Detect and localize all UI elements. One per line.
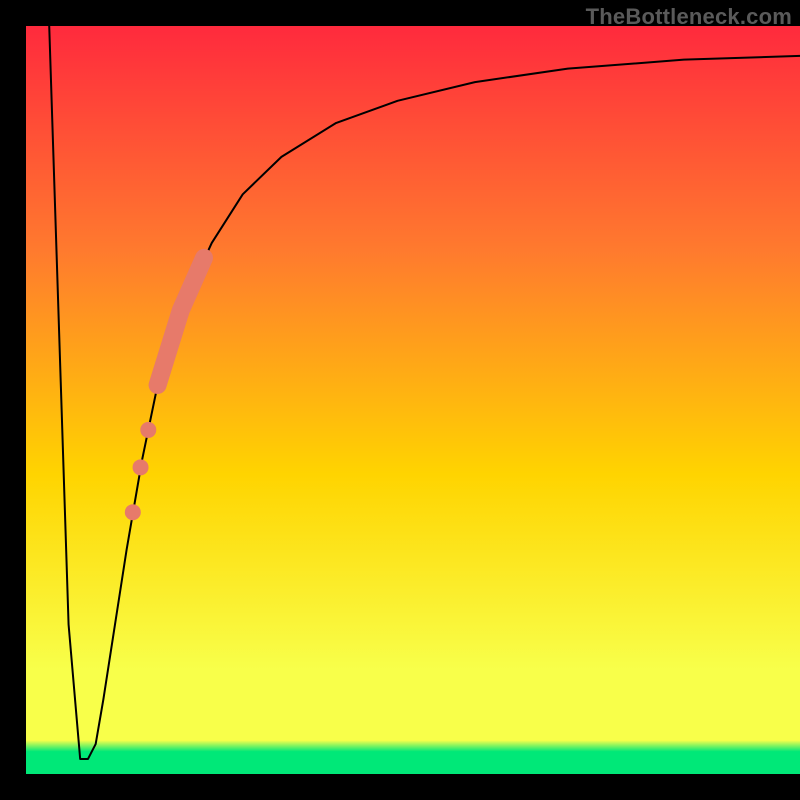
- chart-container: TheBottleneck.com: [0, 0, 800, 800]
- watermark-text: TheBottleneck.com: [586, 4, 792, 30]
- frame-left: [0, 0, 26, 800]
- highlight-dot: [133, 459, 149, 475]
- bottleneck-chart: [0, 0, 800, 800]
- highlight-dot: [140, 422, 156, 438]
- highlight-dot: [125, 504, 141, 520]
- gradient-background: [26, 26, 800, 774]
- frame-bottom: [0, 774, 800, 800]
